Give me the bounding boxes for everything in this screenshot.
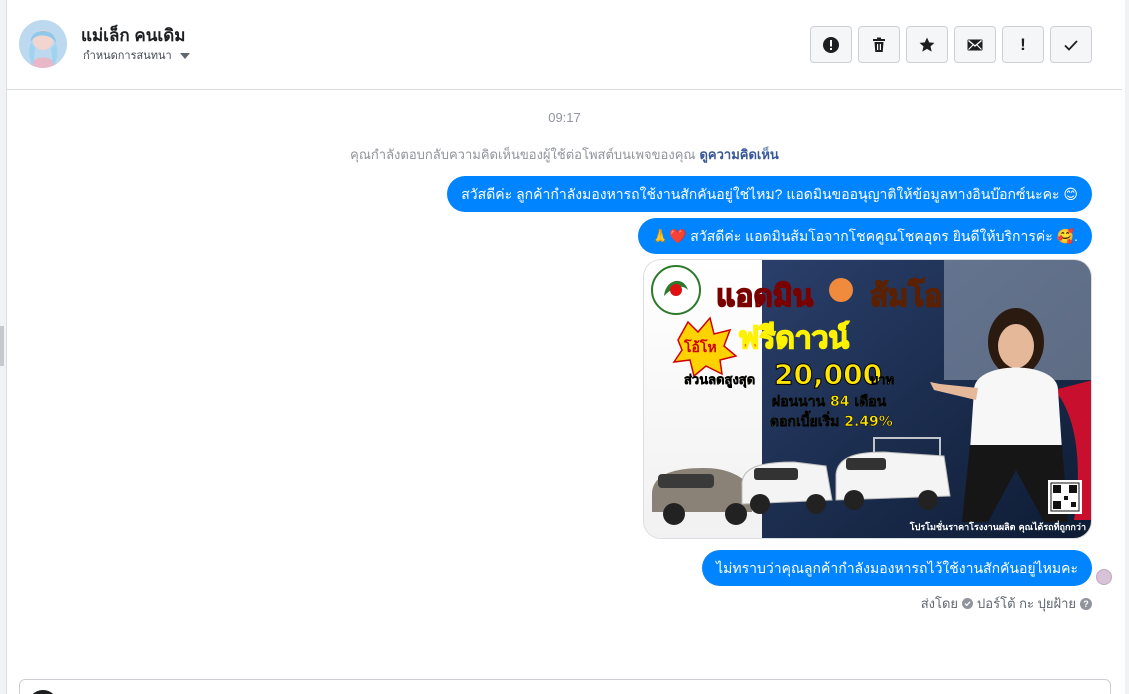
alert-circle-icon <box>823 36 839 53</box>
star-icon <box>919 37 935 52</box>
priority-button[interactable]: ! <box>1002 26 1044 63</box>
sent-by-name[interactable]: ปอร์โต้ กะ ปุยฝ้าย <box>977 593 1076 614</box>
contact-avatar[interactable] <box>19 20 67 68</box>
promo-headline: แอดมิน <box>716 279 814 314</box>
mark-spam-button[interactable] <box>810 26 852 63</box>
promo-free-down: ฟรีดาวน์ <box>738 321 850 356</box>
promo-badge: โอ้โห <box>683 338 717 356</box>
trash-icon <box>873 37 885 52</box>
composer-avatar <box>28 690 58 694</box>
mark-done-button[interactable] <box>1050 26 1092 63</box>
sent-by-row: ส่งโดย ปอร์โต้ กะ ปุยฝ้าย ? <box>921 593 1092 614</box>
exclamation-icon: ! <box>1020 34 1026 54</box>
help-icon[interactable]: ? <box>1080 597 1092 610</box>
view-comment-link[interactable]: ดูความคิดเห็น <box>699 147 778 162</box>
caret-down-icon <box>179 52 190 59</box>
promo-discount-label: ส่วนลดสูงสุด <box>684 373 755 388</box>
message-bubble[interactable]: ไม่ทราบว่าคุณลูกค้ากำลังมองหารถไว้ใช้งาน… <box>702 550 1092 586</box>
conversation-status-dropdown[interactable]: กำหนดการสนทนา <box>83 46 190 64</box>
reply-context-text: คุณกำลังตอบกลับความคิดเห็นของผู้ใช้ต่อโพ… <box>350 147 696 162</box>
delete-button[interactable] <box>858 26 900 63</box>
star-button[interactable] <box>906 26 948 63</box>
envelope-icon <box>967 39 983 50</box>
contact-name[interactable]: แม่เล็ก คนเดิม <box>81 22 185 49</box>
mark-unread-button[interactable] <box>954 26 996 63</box>
message-timestamp: 09:17 <box>548 110 581 125</box>
sent-by-label: ส่งโดย <box>920 596 959 611</box>
message-bubble[interactable]: 🙏❤️ สวัสดีค่ะ แอดมินส้มโอจากโชคคูณโชคอุด… <box>637 218 1092 254</box>
conversation-toolbar: ! <box>810 26 1092 63</box>
message-bubble[interactable]: สวัสดีค่ะ ลูกค้ากำลังมองหารถใช้งานสักคัน… <box>447 176 1092 212</box>
panel-resize-handle[interactable] <box>0 326 4 366</box>
reply-context-note: คุณกำลังตอบกลับความคิดเห็นของผู้ใช้ต่อโพ… <box>7 144 1122 165</box>
logo-emblem <box>651 265 701 315</box>
message-composer[interactable] <box>19 679 1111 694</box>
check-icon <box>1064 39 1078 51</box>
left-panel-edge <box>0 0 7 694</box>
seen-avatar <box>1096 569 1112 585</box>
conversation-status-label: กำหนดการสนทนา <box>83 50 172 62</box>
promo-image-attachment[interactable]: แอดมิน ส้มโอ โอ้โห ฟรีดาวน์ ส่วนลดสูงสุด… <box>643 259 1092 539</box>
promo-discount-amount: 20,000 <box>774 358 882 391</box>
promo-installment: ผ่อนนาน 84 เดือน <box>772 394 887 410</box>
qr-code-icon <box>1050 482 1080 512</box>
promo-discount-unit: บาท <box>870 373 894 388</box>
promo-headline-name: ส้มโอ <box>870 277 942 314</box>
verified-icon <box>962 598 974 609</box>
conversation-header: แม่เล็ก คนเดิม กำหนดการสนทนา ! <box>7 0 1122 90</box>
scrollbar-track[interactable] <box>1125 0 1129 694</box>
message-thread[interactable]: 09:17 คุณกำลังตอบกลับความคิดเห็นของผู้ใช… <box>7 90 1122 680</box>
